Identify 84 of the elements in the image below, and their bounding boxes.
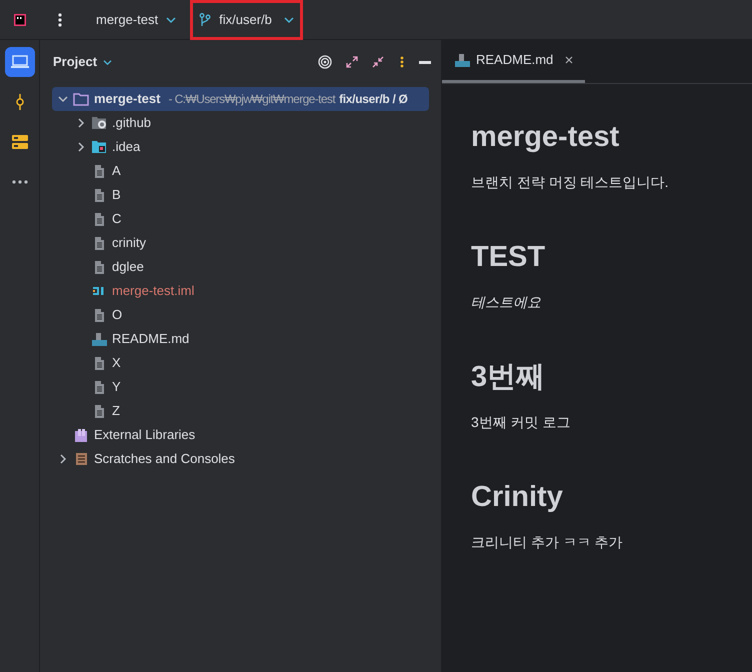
more-icon bbox=[12, 180, 28, 184]
project-path: - C:₩Users₩pjw₩git₩merge-test bbox=[168, 91, 336, 108]
markdown-heading: TEST bbox=[471, 240, 546, 275]
tree-row[interactable]: Scratches and Consoles bbox=[52, 447, 429, 471]
tree-row[interactable]: X bbox=[52, 351, 429, 375]
tree-row[interactable]: B bbox=[52, 183, 429, 207]
tree-item-label: dglee bbox=[112, 258, 144, 276]
library-icon bbox=[74, 428, 88, 442]
tree-row[interactable]: merge-test - C:₩Users₩pjw₩git₩merge-test fix/user/b / Ø bbox=[52, 87, 429, 111]
tree-row[interactable]: README.md bbox=[52, 327, 429, 351]
chevron-right-icon[interactable] bbox=[58, 454, 68, 464]
tree-row[interactable]: Y bbox=[52, 375, 429, 399]
markdown-file-icon bbox=[91, 332, 107, 346]
chevron-down-icon bbox=[284, 16, 294, 24]
tree-row[interactable]: merge-test.iml bbox=[52, 279, 429, 303]
tree-row[interactable]: O bbox=[52, 303, 429, 327]
file-icon bbox=[93, 164, 105, 178]
chevron-right-icon[interactable] bbox=[76, 142, 86, 152]
markdown-heading: merge-test bbox=[471, 120, 620, 155]
tree-item-label: Y bbox=[112, 378, 121, 396]
chevron-down-icon[interactable] bbox=[58, 94, 68, 104]
scratches-icon bbox=[74, 452, 88, 466]
tree-row[interactable]: dglee bbox=[52, 255, 429, 279]
tree-item-label: merge-test bbox=[94, 90, 160, 108]
panel-title[interactable]: Project bbox=[53, 52, 112, 72]
chevron-down-icon bbox=[166, 16, 176, 24]
tree-item-label: X bbox=[112, 354, 121, 372]
markdown-file-icon bbox=[454, 52, 470, 68]
tree-item-label: crinity bbox=[112, 234, 146, 252]
markdown-heading: Crinity bbox=[471, 480, 564, 515]
tree-row[interactable]: C bbox=[52, 207, 429, 231]
tree-row[interactable]: Z bbox=[52, 399, 429, 423]
tree-item-label: Scratches and Consoles bbox=[94, 450, 235, 468]
tree-item-label: merge-test.iml bbox=[112, 282, 194, 300]
tree-item-label: A bbox=[112, 162, 121, 180]
close-icon[interactable] bbox=[565, 56, 574, 64]
tree-item-label: Z bbox=[112, 402, 120, 420]
tree-item-label: B bbox=[112, 186, 121, 204]
tree-item-label: .idea bbox=[112, 138, 140, 156]
tree-row[interactable]: A bbox=[52, 159, 429, 183]
branch-icon bbox=[199, 12, 212, 26]
collapse-icon[interactable] bbox=[372, 56, 384, 68]
minimize-icon[interactable] bbox=[419, 60, 431, 64]
options-icon[interactable] bbox=[400, 56, 404, 68]
markdown-heading: 3번째 bbox=[471, 360, 546, 395]
commit-icon bbox=[14, 94, 24, 110]
tree-row[interactable]: crinity bbox=[52, 231, 429, 255]
tool-window-button[interactable] bbox=[4, 47, 34, 77]
branch-label: fix/user/b / Ø bbox=[339, 91, 408, 108]
chevron-right-icon[interactable] bbox=[76, 118, 86, 128]
tree-item-label: O bbox=[112, 306, 122, 324]
menu-icon[interactable] bbox=[58, 12, 62, 26]
structure-icon bbox=[12, 135, 28, 149]
file-icon bbox=[93, 260, 105, 274]
project-selector[interactable]: merge-test bbox=[96, 10, 176, 30]
tree-row[interactable]: .idea bbox=[52, 135, 429, 159]
markdown-paragraph: 브랜치 전략 머징 테스트입니다. bbox=[471, 173, 670, 192]
markdown-paragraph: 테스트에요 bbox=[471, 293, 542, 312]
file-icon bbox=[93, 404, 105, 418]
branch-selector[interactable]: fix/user/b bbox=[190, 0, 303, 40]
folder-icon bbox=[91, 140, 107, 154]
tree-row[interactable]: External Libraries bbox=[52, 423, 429, 447]
markdown-paragraph: 크리니티 추가 ㅋㅋ 추가 bbox=[471, 533, 624, 552]
folder-icon bbox=[91, 116, 107, 130]
tree-item-label: External Libraries bbox=[94, 426, 196, 444]
markdown-paragraph: 3번째 커밋 로그 bbox=[471, 413, 572, 432]
tab-label: README.md bbox=[476, 51, 554, 70]
tree-item-label: .github bbox=[112, 114, 152, 132]
tree-item-label: README.md bbox=[112, 330, 190, 348]
monitor-icon bbox=[10, 55, 28, 69]
tree-row[interactable]: .github bbox=[52, 111, 429, 135]
file-icon bbox=[93, 356, 105, 370]
module-file-icon bbox=[92, 285, 106, 297]
folder-icon bbox=[73, 92, 89, 106]
file-icon bbox=[93, 188, 105, 202]
file-icon bbox=[93, 308, 105, 322]
expand-icon[interactable] bbox=[346, 56, 358, 68]
app-logo-icon[interactable] bbox=[14, 14, 26, 26]
file-icon bbox=[93, 212, 105, 226]
chevron-down-icon bbox=[103, 58, 112, 66]
file-icon bbox=[93, 236, 105, 250]
file-icon bbox=[93, 380, 105, 394]
target-icon[interactable] bbox=[318, 55, 332, 69]
tree-item-label: C bbox=[112, 210, 122, 228]
